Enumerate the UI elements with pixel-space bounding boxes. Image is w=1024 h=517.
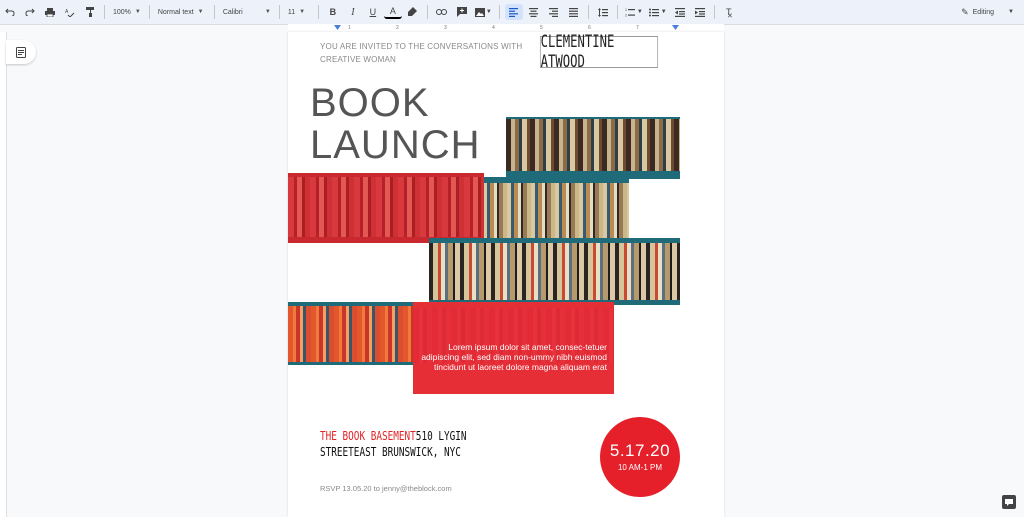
title-line-2: LAUNCH <box>310 123 481 167</box>
bookshelf-image-red-left[interactable] <box>288 173 484 243</box>
editing-mode-dropdown[interactable]: ✎ Editing ▼ <box>961 4 1014 20</box>
guest-name: CLEMENTINE ATWOOD <box>540 32 615 72</box>
divider <box>426 5 428 19</box>
body-paragraph[interactable]: Lorem ipsum dolor sit amet, consec-tetue… <box>413 342 607 372</box>
svg-text:1: 1 <box>625 8 627 12</box>
venue-block[interactable]: THE BOOK BASEMENT510 LYGIN STREETEAST BR… <box>320 428 467 460</box>
docs-toolbar: A 100% ▼ Normal text ▼ Calibri ▼ 11 ▼ B I U … <box>0 0 1024 25</box>
chevron-down-icon: ▼ <box>264 9 271 15</box>
image-icon[interactable]: ▼ <box>473 4 494 20</box>
invite-text[interactable]: YOU ARE INVITED TO THE CONVERSATIONS WIT… <box>320 40 540 66</box>
print-icon[interactable] <box>41 4 59 20</box>
align-right-icon[interactable] <box>545 4 563 20</box>
bookshelf-books <box>429 243 680 300</box>
venue-name: THE BOOK BASEMENT <box>320 429 416 443</box>
style-value: Normal text <box>157 8 194 16</box>
increase-indent-icon[interactable] <box>691 4 709 20</box>
decrease-indent-icon[interactable] <box>671 4 689 20</box>
italic-icon[interactable]: I <box>344 4 362 20</box>
chevron-down-icon: ▼ <box>1008 9 1014 15</box>
numbered-list-icon[interactable]: 1 2 ▼ <box>623 4 645 20</box>
divider <box>498 5 500 19</box>
invite-line-2: CREATIVE WOMAN <box>320 55 396 64</box>
bookshelf-image-right[interactable] <box>429 238 680 305</box>
font-value: Calibri <box>222 8 243 16</box>
title-line-1: BOOK <box>310 81 430 125</box>
svg-text:2: 2 <box>625 13 627 17</box>
ruler-tick: 6 <box>588 25 591 31</box>
divider <box>104 5 105 19</box>
invite-line-1: YOU ARE INVITED TO THE CONVERSATIONS WIT… <box>320 42 523 51</box>
bulleted-list-icon[interactable]: ▼ <box>647 4 669 20</box>
ruler-tick: 4 <box>492 25 495 31</box>
spellcheck-icon[interactable]: A <box>61 4 79 20</box>
link-icon[interactable] <box>433 4 451 20</box>
bookshelf-books <box>483 183 629 238</box>
ruler-tick: 1 <box>348 25 351 31</box>
bookshelf-image-middle[interactable] <box>483 177 629 242</box>
divider <box>317 5 319 19</box>
divider <box>213 5 215 19</box>
divider <box>713 5 715 19</box>
event-time: 10 AM-1 PM <box>617 463 662 472</box>
highlight-icon[interactable] <box>404 4 422 20</box>
date-circle[interactable]: 5.17.20 10 AM-1 PM <box>600 417 680 497</box>
bookshelf-books <box>288 306 428 362</box>
indent-marker-icon[interactable] <box>334 25 341 30</box>
guest-name-box[interactable]: CLEMENTINE ATWOOD <box>539 32 659 72</box>
venue-address-2: STREETEAST BRUNSWICK, NYC <box>320 445 461 459</box>
zoom-dropdown[interactable]: 100% ▼ <box>109 4 145 20</box>
bookshelf-image-bottom-left[interactable] <box>288 302 428 365</box>
bookshelf-image-top-right[interactable] <box>506 117 680 179</box>
ruler-tick: 3 <box>444 25 447 31</box>
explore-button[interactable] <box>1002 495 1016 509</box>
undo-icon[interactable] <box>1 4 19 20</box>
divider <box>587 5 589 19</box>
divider <box>148 5 150 19</box>
align-center-icon[interactable] <box>525 4 543 20</box>
document-outline-button[interactable] <box>6 40 36 64</box>
bookshelf-books <box>506 119 680 171</box>
outline-icon <box>16 46 26 58</box>
paint-format-icon[interactable] <box>81 4 99 20</box>
align-justify-icon[interactable] <box>565 4 583 20</box>
underline-icon[interactable]: U <box>364 4 382 20</box>
text-color-icon[interactable]: A <box>383 5 402 19</box>
editing-mode-label: Editing <box>972 8 995 16</box>
line-spacing-icon[interactable] <box>594 4 612 20</box>
redo-icon[interactable] <box>21 4 39 20</box>
divider <box>278 5 280 19</box>
zoom-value: 100% <box>113 8 131 16</box>
clear-formatting-icon[interactable]: T ✕ <box>720 4 738 20</box>
vertical-ruler[interactable] <box>0 32 7 517</box>
ruler-tick: 5 <box>540 25 543 31</box>
document-page[interactable]: YOU ARE INVITED TO THE CONVERSATIONS WIT… <box>288 32 724 517</box>
ruler-tick: 7 <box>636 25 639 31</box>
font-size-dropdown[interactable]: 11 ▼ <box>284 4 314 20</box>
ruler-tick: 2 <box>396 25 399 31</box>
svg-text:A: A <box>65 9 69 15</box>
bookshelf-books <box>288 177 484 237</box>
divider <box>616 5 618 19</box>
right-indent-marker-icon[interactable] <box>672 25 679 30</box>
chevron-down-icon: ▼ <box>197 9 204 15</box>
chevron-down-icon: ▼ <box>134 9 141 15</box>
font-dropdown[interactable]: Calibri ▼ <box>219 4 275 20</box>
comment-icon[interactable] <box>453 4 471 20</box>
style-dropdown[interactable]: Normal text ▼ <box>154 4 210 20</box>
page-title[interactable]: BOOK LAUNCH <box>310 82 480 166</box>
bold-icon[interactable]: B <box>324 4 342 20</box>
venue-address-1: 510 LYGIN <box>415 429 467 443</box>
rsvp-text[interactable]: RSVP 13.05.20 to jenny@theblock.com <box>320 484 452 493</box>
pencil-icon: ✎ <box>961 6 969 17</box>
event-date: 5.17.20 <box>609 441 671 460</box>
align-left-icon[interactable] <box>504 4 523 20</box>
font-size-value: 11 <box>287 8 296 16</box>
explore-icon <box>1005 499 1013 506</box>
chevron-down-icon: ▼ <box>299 9 306 15</box>
